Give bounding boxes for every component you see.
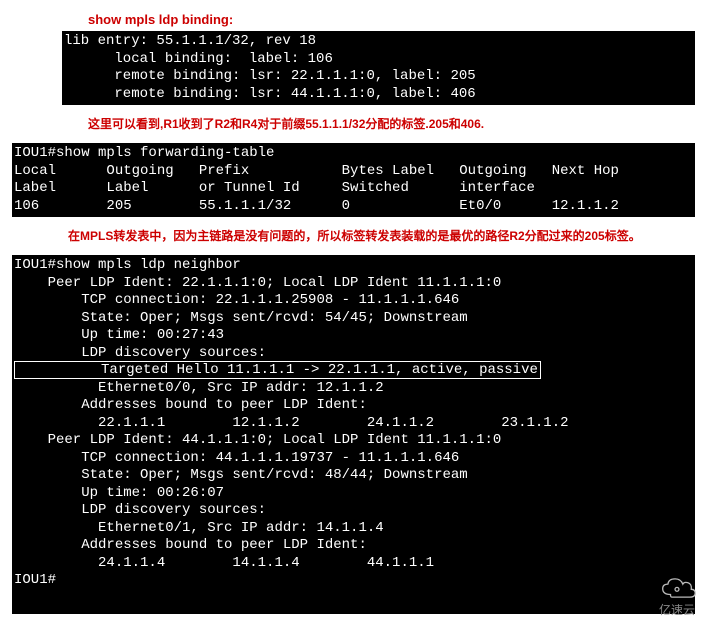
watermark-text: 亿速云: [659, 603, 695, 617]
cloud-icon: [657, 575, 697, 601]
fwd-cmd: IOU1#show mpls forwarding-table: [14, 145, 274, 161]
terminal-ldp-neighbor: IOU1#show mpls ldp neighbor Peer LDP Ide…: [12, 255, 695, 614]
targeted-hello-highlight: Targeted Hello 11.1.1.1 -> 22.1.1.1, act…: [14, 361, 541, 379]
annotation-2: 在MPLS转发表中，因为主链路是没有问题的，所以标签转发表装载的是最优的路径R2…: [8, 227, 695, 245]
terminal-ldp-binding: lib entry: 55.1.1.1/32, rev 18 local bin…: [62, 31, 695, 105]
peer2-block: Peer LDP Ident: 44.1.1.1:0; Local LDP Id…: [14, 432, 501, 571]
neighbor-cmd: IOU1#show mpls ldp neighbor: [14, 257, 241, 273]
peer1-block-b: Ethernet0/0, Src IP addr: 12.1.1.2 Addre…: [14, 380, 569, 431]
peer1-block-a: Peer LDP Ident: 22.1.1.1:0; Local LDP Id…: [14, 275, 501, 361]
terminal-forwarding-table: IOU1#show mpls forwarding-table Local Ou…: [12, 143, 695, 217]
command-heading-1: show mpls ldp binding:: [8, 12, 695, 27]
fwd-row: 106 205 55.1.1.1/32 0 Et0/0 12.1.1.2: [14, 198, 619, 214]
prompt: IOU1#: [14, 572, 56, 588]
watermark: 亿速云: [657, 575, 697, 618]
fwd-header: Local Outgoing Prefix Bytes Label Outgoi…: [14, 163, 619, 197]
annotation-1: 这里可以看到,R1收到了R2和R4对于前缀55.1.1.1/32分配的标签.20…: [8, 115, 695, 133]
